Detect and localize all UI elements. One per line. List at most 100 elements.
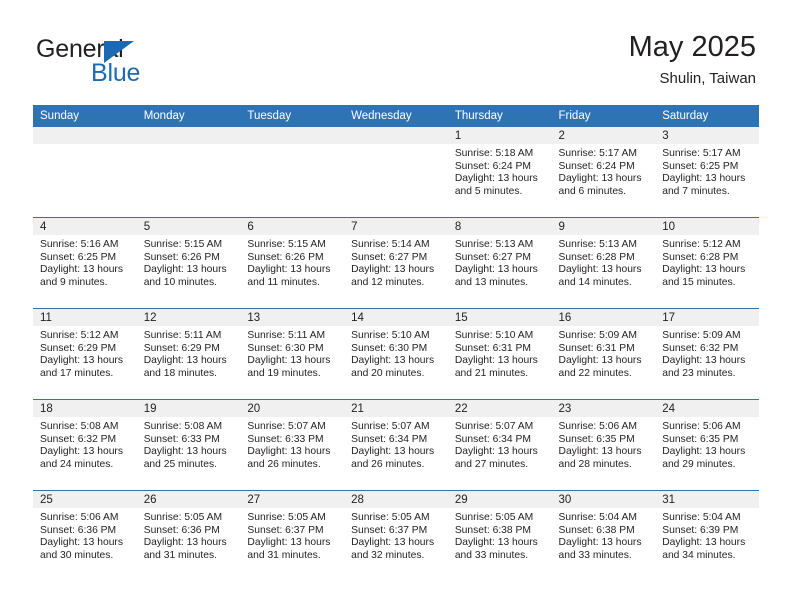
daylight-text-line1: Daylight: 13 hours [143, 537, 227, 549]
day-number: 14 [344, 309, 448, 326]
day-cell[interactable]: 26 Sunrise: 5:05 AM Sunset: 6:36 PM Dayl… [136, 490, 241, 581]
day-cell[interactable]: 11 Sunrise: 5:12 AM Sunset: 6:29 PM Dayl… [33, 308, 137, 400]
daylight-text-line2: and 19 minutes. [247, 368, 321, 380]
day-details: Sunrise: 5:07 AM Sunset: 6:34 PM Dayligh… [448, 417, 552, 472]
day-details: Sunrise: 5:04 AM Sunset: 6:38 PM Dayligh… [552, 508, 656, 563]
calendar-header-row: Sunday Monday Tuesday Wednesday Thursday… [33, 105, 759, 127]
daylight-text-line2: and 34 minutes. [662, 550, 736, 562]
day-cell[interactable]: 1 Sunrise: 5:18 AM Sunset: 6:24 PM Dayli… [447, 127, 552, 218]
day-cell[interactable]: 25 Sunrise: 5:06 AM Sunset: 6:36 PM Dayl… [33, 490, 137, 581]
day-cell[interactable]: 21 Sunrise: 5:07 AM Sunset: 6:34 PM Dayl… [344, 399, 448, 491]
day-number: 26 [136, 491, 241, 508]
day-details: Sunrise: 5:06 AM Sunset: 6:35 PM Dayligh… [655, 417, 759, 472]
day-cell[interactable]: 18 Sunrise: 5:08 AM Sunset: 6:32 PM Dayl… [33, 399, 137, 491]
weekday-header-thursday: Thursday [447, 105, 552, 127]
sunrise-text: Sunrise: 5:07 AM [247, 421, 326, 432]
day-details: Sunrise: 5:06 AM Sunset: 6:35 PM Dayligh… [552, 417, 656, 472]
sunset-text: Sunset: 6:24 PM [558, 160, 635, 172]
day-details [240, 144, 344, 148]
weekday-header-monday: Monday [136, 105, 241, 127]
day-cell[interactable]: 10 Sunrise: 5:12 AM Sunset: 6:28 PM Dayl… [655, 217, 759, 309]
daylight-text-line2: and 14 minutes. [558, 277, 632, 289]
day-number: 13 [240, 309, 345, 326]
sunset-text: Sunset: 6:33 PM [143, 433, 220, 445]
daylight-text-line2: and 32 minutes. [351, 550, 425, 562]
day-cell[interactable]: 12 Sunrise: 5:11 AM Sunset: 6:29 PM Dayl… [136, 308, 241, 400]
day-cell[interactable]: 7 Sunrise: 5:14 AM Sunset: 6:27 PM Dayli… [344, 217, 448, 309]
day-number: 4 [33, 218, 137, 235]
page-title: May 2025 [628, 31, 756, 63]
day-number [240, 127, 345, 144]
day-number: 1 [447, 127, 552, 144]
day-cell[interactable]: 31 Sunrise: 5:04 AM Sunset: 6:39 PM Dayl… [655, 490, 759, 581]
daylight-text-line1: Daylight: 13 hours [558, 173, 642, 185]
day-cell[interactable]: 23 Sunrise: 5:06 AM Sunset: 6:35 PM Dayl… [551, 399, 656, 491]
sunrise-text: Sunrise: 5:16 AM [40, 239, 119, 250]
day-cell[interactable]: 5 Sunrise: 5:15 AM Sunset: 6:26 PM Dayli… [136, 217, 241, 309]
daylight-text-line1: Daylight: 13 hours [40, 446, 123, 458]
sunrise-text: Sunrise: 5:08 AM [40, 421, 119, 432]
sunset-text: Sunset: 6:27 PM [351, 251, 428, 263]
day-cell[interactable]: 24 Sunrise: 5:06 AM Sunset: 6:35 PM Dayl… [655, 399, 759, 491]
day-cell[interactable]: 14 Sunrise: 5:10 AM Sunset: 6:30 PM Dayl… [344, 308, 448, 400]
day-cell[interactable] [344, 127, 448, 218]
day-number: 7 [344, 218, 448, 235]
day-cell[interactable] [240, 127, 345, 218]
day-cell[interactable]: 2 Sunrise: 5:17 AM Sunset: 6:24 PM Dayli… [551, 127, 656, 218]
daylight-text-line1: Daylight: 13 hours [662, 537, 746, 549]
day-details: Sunrise: 5:04 AM Sunset: 6:39 PM Dayligh… [655, 508, 759, 563]
day-details [137, 144, 241, 148]
day-cell[interactable]: 22 Sunrise: 5:07 AM Sunset: 6:34 PM Dayl… [447, 399, 552, 491]
day-details: Sunrise: 5:15 AM Sunset: 6:26 PM Dayligh… [240, 235, 344, 290]
day-details: Sunrise: 5:12 AM Sunset: 6:28 PM Dayligh… [655, 235, 759, 290]
day-cell[interactable]: 9 Sunrise: 5:13 AM Sunset: 6:28 PM Dayli… [551, 217, 656, 309]
sunrise-text: Sunrise: 5:15 AM [247, 239, 326, 250]
day-cell[interactable] [136, 127, 241, 218]
day-number: 28 [344, 491, 448, 508]
day-number: 22 [447, 400, 552, 417]
day-cell[interactable]: 16 Sunrise: 5:09 AM Sunset: 6:31 PM Dayl… [551, 308, 656, 400]
day-cell[interactable]: 27 Sunrise: 5:05 AM Sunset: 6:37 PM Dayl… [240, 490, 345, 581]
day-details: Sunrise: 5:13 AM Sunset: 6:28 PM Dayligh… [552, 235, 656, 290]
daylight-text-line1: Daylight: 13 hours [454, 446, 538, 458]
day-cell[interactable]: 4 Sunrise: 5:16 AM Sunset: 6:25 PM Dayli… [33, 217, 137, 309]
day-cell[interactable]: 3 Sunrise: 5:17 AM Sunset: 6:25 PM Dayli… [655, 127, 759, 218]
day-cell[interactable]: 13 Sunrise: 5:11 AM Sunset: 6:30 PM Dayl… [240, 308, 345, 400]
sunrise-text: Sunrise: 5:18 AM [454, 148, 534, 159]
day-details: Sunrise: 5:17 AM Sunset: 6:24 PM Dayligh… [552, 144, 656, 199]
day-cell[interactable]: 20 Sunrise: 5:07 AM Sunset: 6:33 PM Dayl… [240, 399, 345, 491]
daylight-text-line2: and 29 minutes. [662, 459, 736, 471]
sunset-text: Sunset: 6:31 PM [558, 342, 635, 354]
daylight-text-line1: Daylight: 13 hours [247, 537, 331, 549]
daylight-text-line2: and 10 minutes. [143, 277, 217, 289]
daylight-text-line2: and 26 minutes. [247, 459, 321, 471]
sunrise-text: Sunrise: 5:05 AM [247, 512, 326, 523]
sunset-text: Sunset: 6:30 PM [247, 342, 324, 354]
daylight-text-line1: Daylight: 13 hours [247, 446, 331, 458]
day-cell[interactable]: 28 Sunrise: 5:05 AM Sunset: 6:37 PM Dayl… [344, 490, 448, 581]
day-cell[interactable]: 17 Sunrise: 5:09 AM Sunset: 6:32 PM Dayl… [655, 308, 759, 400]
sunrise-text: Sunrise: 5:12 AM [40, 330, 119, 341]
sunset-text: Sunset: 6:38 PM [454, 524, 531, 536]
day-cell[interactable]: 15 Sunrise: 5:10 AM Sunset: 6:31 PM Dayl… [447, 308, 552, 400]
day-cell[interactable]: 30 Sunrise: 5:04 AM Sunset: 6:38 PM Dayl… [551, 490, 656, 581]
day-cell[interactable]: 19 Sunrise: 5:08 AM Sunset: 6:33 PM Dayl… [136, 399, 241, 491]
day-number: 8 [447, 218, 552, 235]
calendar-week-row: 11 Sunrise: 5:12 AM Sunset: 6:29 PM Dayl… [33, 308, 759, 400]
sunrise-text: Sunrise: 5:04 AM [662, 512, 741, 523]
day-cell[interactable]: 6 Sunrise: 5:15 AM Sunset: 6:26 PM Dayli… [240, 217, 345, 309]
day-number: 11 [33, 309, 137, 326]
daylight-text-line2: and 26 minutes. [351, 459, 425, 471]
daylight-text-line1: Daylight: 13 hours [558, 355, 642, 367]
day-cell[interactable]: 8 Sunrise: 5:13 AM Sunset: 6:27 PM Dayli… [447, 217, 552, 309]
sunset-text: Sunset: 6:26 PM [143, 251, 220, 263]
daylight-text-line1: Daylight: 13 hours [662, 173, 746, 185]
daylight-text-line1: Daylight: 13 hours [143, 355, 227, 367]
daylight-text-line1: Daylight: 13 hours [40, 355, 123, 367]
day-number: 29 [447, 491, 552, 508]
day-cell[interactable]: 29 Sunrise: 5:05 AM Sunset: 6:38 PM Dayl… [447, 490, 552, 581]
daylight-text-line2: and 27 minutes. [454, 459, 529, 471]
day-cell[interactable] [33, 127, 137, 218]
day-details: Sunrise: 5:07 AM Sunset: 6:33 PM Dayligh… [240, 417, 344, 472]
day-details: Sunrise: 5:10 AM Sunset: 6:30 PM Dayligh… [344, 326, 448, 381]
